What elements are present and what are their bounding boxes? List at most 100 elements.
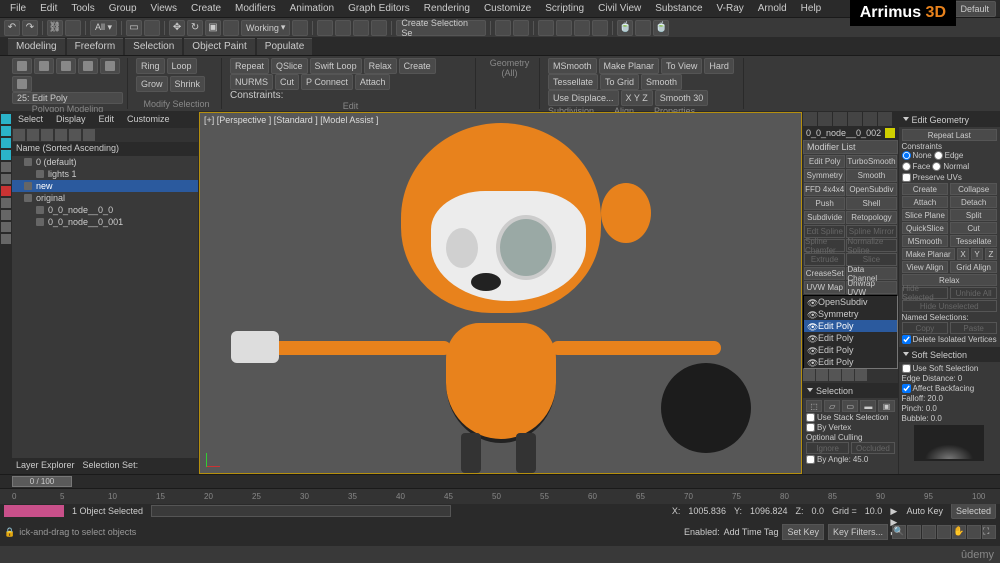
se-tool-3[interactable] bbox=[41, 129, 53, 141]
edit-geometry-header[interactable]: Edit Geometry bbox=[899, 113, 1000, 127]
edge-icon[interactable] bbox=[56, 58, 76, 74]
smooth-btn[interactable]: Smooth bbox=[641, 74, 682, 90]
edit-btn[interactable]: Copy bbox=[902, 322, 949, 334]
stack-dropdown[interactable]: 25: Edit Poly bbox=[12, 92, 123, 104]
menu-civil-view[interactable]: Civil View bbox=[592, 1, 647, 16]
menu-animation[interactable]: Animation bbox=[284, 1, 340, 16]
menu-tools[interactable]: Tools bbox=[65, 1, 100, 16]
material-editor-icon[interactable] bbox=[592, 20, 608, 36]
xyz-btn[interactable]: X Y Z bbox=[621, 90, 653, 106]
edit-btn[interactable]: QuickSlice bbox=[902, 222, 949, 234]
edit-btn[interactable]: Hide Unselected bbox=[902, 300, 997, 312]
edit-btn[interactable]: MSmooth bbox=[902, 235, 949, 247]
modifier-btn[interactable]: Subdivide bbox=[804, 211, 845, 224]
se-tool-1[interactable] bbox=[13, 129, 25, 141]
modifier-btn[interactable]: TurboSmooth bbox=[846, 155, 896, 168]
subobj-border-icon[interactable]: ▭ bbox=[842, 400, 858, 412]
modifier-btn[interactable]: Extrude bbox=[804, 253, 845, 266]
make-planar-btn[interactable]: Make Planar bbox=[599, 58, 660, 74]
coord-dropdown[interactable]: Working ▾ bbox=[241, 20, 290, 36]
create-btn[interactable]: Create bbox=[399, 58, 436, 74]
poly-model-icon[interactable] bbox=[12, 58, 32, 74]
filter-dropdown[interactable]: All ▾ bbox=[90, 20, 117, 36]
time-slider-thumb[interactable]: 0 / 100 bbox=[12, 476, 72, 487]
make-planar[interactable]: Make Planar bbox=[902, 248, 955, 260]
stack-item[interactable]: 👁OpenSubdiv bbox=[804, 296, 897, 308]
redo-icon[interactable]: ↷ bbox=[22, 20, 38, 36]
by-angle-check[interactable]: By Angle:45.0 bbox=[806, 455, 895, 464]
menu-create[interactable]: Create bbox=[185, 1, 227, 16]
show-end-icon[interactable] bbox=[816, 369, 828, 381]
hierarchy-tab-icon[interactable] bbox=[833, 112, 847, 126]
edit-btn[interactable]: Slice Plane bbox=[902, 209, 949, 221]
edit-btn[interactable]: Paste bbox=[950, 322, 997, 334]
motion-tab-icon[interactable] bbox=[848, 112, 862, 126]
constraint-face[interactable]: Face bbox=[902, 162, 931, 171]
tree-item[interactable]: lights 1 bbox=[12, 168, 198, 180]
se-tool-6[interactable] bbox=[83, 129, 95, 141]
selection-rollout-header[interactable]: Selection bbox=[803, 384, 898, 398]
menu-arnold[interactable]: Arnold bbox=[752, 1, 793, 16]
subobj-edge-icon[interactable]: ▱ bbox=[824, 400, 840, 412]
subobj-elem-icon[interactable]: ▣ bbox=[878, 400, 894, 412]
constraint-none[interactable]: None bbox=[902, 151, 932, 160]
orbit-icon[interactable] bbox=[967, 525, 981, 539]
tab-modeling[interactable]: Modeling bbox=[8, 38, 65, 55]
menu-scripting[interactable]: Scripting bbox=[539, 1, 590, 16]
se-tab-display[interactable]: Display bbox=[50, 112, 92, 128]
edit-btn[interactable]: Unhide All bbox=[950, 287, 997, 299]
modifier-btn[interactable]: Symmetry bbox=[804, 169, 845, 182]
render-frame-icon[interactable] bbox=[635, 20, 651, 36]
tab-freeform[interactable]: Freeform bbox=[67, 38, 124, 55]
config-icon[interactable] bbox=[855, 369, 867, 381]
z-spinner[interactable]: 0.0 bbox=[812, 506, 825, 516]
stack-item[interactable]: 👁Symmetry bbox=[804, 308, 897, 320]
tab-populate[interactable]: Populate bbox=[257, 38, 312, 55]
msmooth-btn[interactable]: MSmooth bbox=[548, 58, 597, 74]
edit-btn[interactable]: Hide Selected bbox=[902, 287, 949, 299]
border-icon[interactable] bbox=[78, 58, 98, 74]
render-setup-icon[interactable]: 🍵 bbox=[617, 20, 633, 36]
subobj-poly-icon[interactable]: ▬ bbox=[860, 400, 876, 412]
shrink-btn[interactable]: Shrink bbox=[170, 76, 206, 92]
pct-snap-icon[interactable] bbox=[353, 20, 369, 36]
pivot-icon[interactable] bbox=[292, 20, 308, 36]
modifier-btn[interactable]: Push bbox=[804, 197, 845, 210]
torus-icon[interactable] bbox=[1, 150, 11, 160]
menu-modifiers[interactable]: Modifiers bbox=[229, 1, 282, 16]
modifier-btn[interactable]: Edit Poly bbox=[804, 155, 845, 168]
edit-btn[interactable]: Split bbox=[950, 209, 997, 221]
modifier-btn[interactable]: Shell bbox=[846, 197, 896, 210]
snap-icon[interactable] bbox=[317, 20, 333, 36]
spinner-snap-icon[interactable] bbox=[371, 20, 387, 36]
grow-btn[interactable]: Grow bbox=[136, 76, 168, 92]
zoom-ext-icon[interactable] bbox=[922, 525, 936, 539]
color-swatch[interactable] bbox=[885, 128, 895, 138]
vertex-icon[interactable] bbox=[34, 58, 54, 74]
edit-btn[interactable]: View Align bbox=[902, 261, 949, 273]
hard-btn[interactable]: Hard bbox=[704, 58, 734, 74]
modifier-btn[interactable]: Unwrap UVW bbox=[846, 281, 896, 294]
menu-substance[interactable]: Substance bbox=[649, 1, 708, 16]
menu-file[interactable]: File bbox=[4, 1, 32, 16]
swiftloop-btn[interactable]: Swift Loop bbox=[310, 58, 362, 74]
light-icon[interactable] bbox=[1, 174, 11, 184]
modify-tab-icon[interactable] bbox=[818, 112, 832, 126]
menu-help[interactable]: Help bbox=[795, 1, 828, 16]
displace-btn[interactable]: Use Displace... bbox=[548, 90, 619, 106]
edit-btn[interactable]: Attach bbox=[902, 196, 949, 208]
toview-btn[interactable]: To View bbox=[661, 58, 702, 74]
tab-object-paint[interactable]: Object Paint bbox=[184, 38, 254, 55]
setkey-btn[interactable]: Set Key bbox=[782, 524, 824, 540]
system-icon[interactable] bbox=[1, 222, 11, 232]
modifier-btn[interactable]: FFD 4x4x4 bbox=[804, 183, 845, 196]
tree-item[interactable]: new bbox=[12, 180, 198, 192]
workspace-dropdown[interactable]: Default bbox=[953, 1, 996, 17]
named-sel-dropdown[interactable]: Create Selection Se bbox=[396, 20, 486, 36]
x-spinner[interactable]: 1005.836 bbox=[688, 506, 726, 516]
sphere-icon[interactable] bbox=[1, 126, 11, 136]
edit-btn[interactable]: Collapse bbox=[950, 183, 997, 195]
preserve-uvs-check[interactable]: Preserve UVs bbox=[902, 173, 997, 182]
polygon-icon[interactable] bbox=[100, 58, 120, 74]
repeat-btn[interactable]: Repeat bbox=[230, 58, 269, 74]
